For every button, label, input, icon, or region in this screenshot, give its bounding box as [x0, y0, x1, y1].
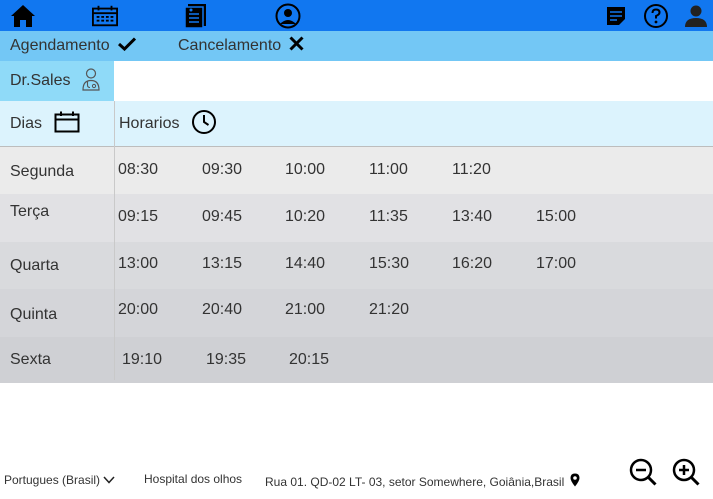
- time-slot[interactable]: 09:15: [118, 208, 158, 226]
- time-slot[interactable]: 13:00: [118, 255, 158, 273]
- header-divider: [114, 101, 115, 147]
- tab-cancelamento[interactable]: Cancelamento: [178, 31, 304, 61]
- time-slot[interactable]: 14:40: [285, 255, 325, 273]
- doctor-selector[interactable]: Dr.Sales: [0, 61, 114, 101]
- header-days: Dias: [10, 101, 80, 147]
- address: Rua 01. QD-02 LT- 03, setor Somewhere, G…: [265, 473, 580, 490]
- check-icon: [117, 36, 136, 56]
- schedule-table: Segunda 08:30 09:30 10:00 11:00 11:20 Te…: [0, 147, 713, 383]
- time-slot[interactable]: 09:30: [202, 161, 242, 179]
- hospital-label: Hospital dos olhos: [144, 472, 243, 486]
- chevron-down-icon: [103, 473, 115, 487]
- tab-agendamento-label: Agendamento: [10, 37, 110, 54]
- header-times: Horarios: [119, 101, 217, 147]
- table-row: Terça 09:15 09:45 10:20 11:35 13:40 15:0…: [0, 194, 713, 242]
- time-slot[interactable]: 21:00: [285, 301, 325, 319]
- language-label: Portugues (Brasil): [4, 473, 101, 487]
- time-slot[interactable]: 13:40: [452, 208, 492, 226]
- tab-bar: Agendamento Cancelamento: [0, 31, 713, 61]
- table-row: Segunda 08:30 09:30 10:00 11:00 11:20: [0, 147, 713, 194]
- schedule-header: Dias Horarios: [0, 101, 713, 147]
- header-times-label: Horarios: [119, 115, 180, 132]
- records-icon[interactable]: [183, 3, 209, 29]
- day-label: Segunda: [10, 163, 75, 180]
- table-row: Quinta 20:00 20:40 21:00 21:20: [0, 289, 713, 337]
- clock-icon: [191, 109, 217, 140]
- tab-agendamento[interactable]: Agendamento: [10, 31, 136, 61]
- time-slot[interactable]: 20:40: [202, 301, 242, 319]
- zoom-out-icon[interactable]: [629, 458, 657, 486]
- time-slot[interactable]: 15:00: [536, 208, 576, 226]
- time-slot[interactable]: 11:20: [452, 161, 491, 179]
- calendar-icon: [54, 111, 80, 138]
- day-label: Quinta: [10, 306, 58, 323]
- day-label: Terça: [10, 203, 50, 220]
- zoom-in-icon[interactable]: [672, 458, 700, 486]
- doctor-row: Dr.Sales: [0, 61, 713, 101]
- time-slot[interactable]: 19:35: [206, 351, 246, 369]
- home-icon[interactable]: [10, 3, 36, 28]
- doctor-icon[interactable]: [275, 3, 301, 28]
- close-icon: [289, 36, 304, 56]
- doctor-name: Dr.Sales: [10, 72, 71, 89]
- help-icon[interactable]: [643, 3, 669, 28]
- location-pin-icon: [570, 473, 580, 490]
- time-slot[interactable]: 21:20: [369, 301, 409, 319]
- time-slot[interactable]: 15:30: [369, 255, 409, 273]
- doctor-icon: [82, 67, 101, 96]
- tab-cancelamento-label: Cancelamento: [178, 37, 282, 54]
- column-divider: [114, 147, 115, 380]
- time-slot[interactable]: 16:20: [452, 255, 492, 273]
- time-slot[interactable]: 10:00: [285, 161, 325, 179]
- time-slot[interactable]: 17:00: [536, 255, 576, 273]
- user-icon[interactable]: [683, 3, 709, 28]
- time-slot[interactable]: 20:15: [289, 351, 329, 369]
- language-selector[interactable]: Portugues (Brasil): [4, 473, 115, 487]
- time-slot[interactable]: 20:00: [118, 301, 158, 319]
- time-slot[interactable]: 10:20: [285, 208, 325, 226]
- time-slot[interactable]: 09:45: [202, 208, 242, 226]
- table-row: Sexta 19:10 19:35 20:15: [0, 337, 713, 383]
- top-navigation-bar: [0, 0, 713, 31]
- header-days-label: Dias: [10, 115, 43, 132]
- hospital-name: Hospital dos olhos: [144, 472, 242, 486]
- day-label: Quarta: [10, 257, 59, 274]
- time-slot[interactable]: 19:10: [122, 351, 162, 369]
- address-label: Rua 01. QD-02 LT- 03, setor Somewhere, G…: [265, 474, 565, 489]
- time-slot[interactable]: 08:30: [118, 161, 158, 179]
- notes-icon[interactable]: [603, 3, 629, 28]
- calendar-icon[interactable]: [92, 3, 118, 28]
- time-slot[interactable]: 13:15: [202, 255, 242, 273]
- time-slot[interactable]: 11:35: [369, 208, 408, 226]
- table-row: Quarta 13:00 13:15 14:40 15:30 16:20 17:…: [0, 242, 713, 289]
- time-slot[interactable]: 11:00: [369, 161, 408, 179]
- day-label: Sexta: [10, 351, 51, 368]
